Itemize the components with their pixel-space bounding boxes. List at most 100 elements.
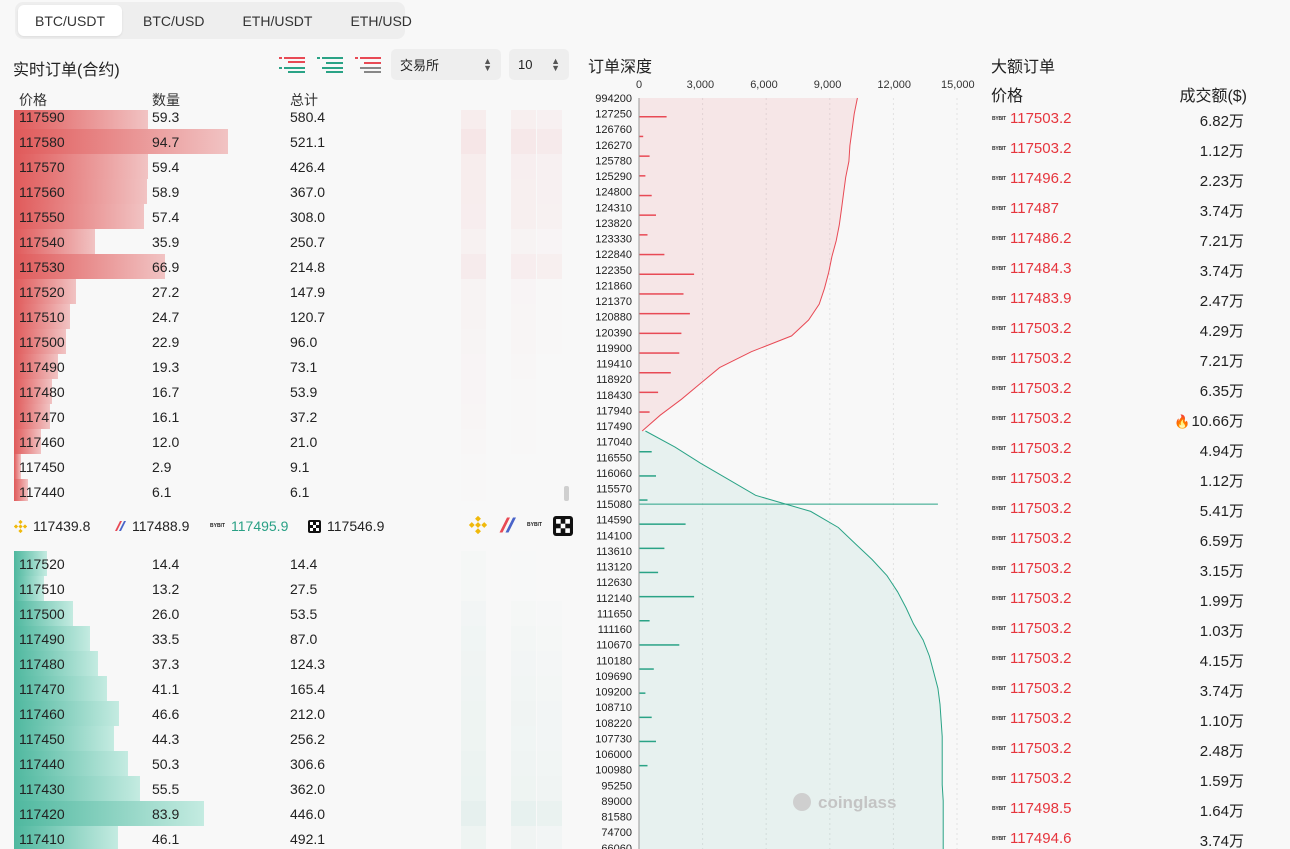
bid-row[interactable]: 117520 14.4 14.4 (14, 551, 569, 576)
ask-row[interactable]: 117580 94.7 521.1 (14, 129, 569, 154)
bid-row[interactable]: 117500 26.0 53.5 (14, 601, 569, 626)
bybit-filter-icon[interactable]: BYBIT (527, 522, 542, 536)
large-order-price: 117494.6 (1010, 830, 1072, 847)
large-order-row[interactable]: BYBIT 117498.5 1.64万 (990, 794, 1247, 824)
heat-cell (511, 626, 536, 651)
bitmex-filter-icon[interactable] (498, 516, 516, 534)
bybit-icon: BYBIT (992, 206, 1007, 212)
ask-row[interactable]: 117450 2.9 9.1 (14, 454, 569, 479)
okx-price: 117546.9 (308, 518, 384, 534)
bid-row[interactable]: 117490 33.5 87.0 (14, 626, 569, 651)
ask-row[interactable]: 117470 16.1 37.2 (14, 404, 569, 429)
ask-row[interactable]: 117530 66.9 214.8 (14, 254, 569, 279)
large-order-value-text: 6.35万 (1199, 383, 1244, 400)
heat-cell (537, 626, 562, 651)
exchange-select[interactable]: 交易所 ▲ ▼ (391, 49, 501, 80)
bid-row[interactable]: 117450 44.3 256.2 (14, 726, 569, 751)
bid-volume-bar (639, 499, 648, 501)
bid-row[interactable]: 117430 55.5 362.0 (14, 776, 569, 801)
large-order-row[interactable]: BYBIT 117503.2 4.29万 (990, 314, 1247, 344)
large-order-row[interactable]: BYBIT 117503.2 3.15万 (990, 554, 1247, 584)
ask-total: 53.9 (290, 384, 318, 400)
ask-row[interactable]: 117440 6.1 6.1 (14, 479, 569, 501)
ask-row[interactable]: 117570 59.4 426.4 (14, 154, 569, 179)
heat-cell (511, 576, 536, 601)
large-order-row[interactable]: BYBIT 117503.2 1.59万 (990, 764, 1247, 794)
tab-btc-usd[interactable]: BTC/USD (126, 5, 221, 36)
y-tick-label: 112630 (596, 577, 632, 589)
depth-chart[interactable]: 0 3,000 6,000 9,000 12,000 15,000 994200 127250… (585, 74, 977, 849)
large-order-row[interactable]: BYBIT 117503.2 1.10万 (990, 704, 1247, 734)
view-asks-icon[interactable] (354, 54, 381, 76)
ask-row[interactable]: 117540 35.9 250.7 (14, 229, 569, 254)
asks-scrollbar[interactable] (564, 486, 569, 501)
bid-row[interactable]: 117440 50.3 306.6 (14, 751, 569, 776)
ask-row[interactable]: 117490 19.3 73.1 (14, 354, 569, 379)
large-order-row[interactable]: BYBIT 117483.9 2.47万 (990, 284, 1247, 314)
large-order-value-text: 7.21万 (1199, 233, 1244, 250)
large-order-row[interactable]: BYBIT 117503.2 5.41万 (990, 494, 1247, 524)
depth-select[interactable]: 10 ▲ ▼ (509, 49, 569, 80)
ask-row[interactable]: 117500 22.9 96.0 (14, 329, 569, 354)
bybit-icon: BYBIT (992, 446, 1007, 452)
large-order-row[interactable]: BYBIT 117486.2 7.21万 (990, 224, 1247, 254)
view-bids-icon[interactable] (316, 54, 343, 76)
binance-filter-icon[interactable] (469, 516, 487, 534)
large-order-row[interactable]: BYBIT 117503.2 7.21万 (990, 344, 1247, 374)
large-order-row[interactable]: BYBIT 117494.6 3.74万 (990, 824, 1247, 849)
col-total-header: 总计 (290, 92, 318, 108)
tab-eth-usdt[interactable]: ETH/USDT (225, 5, 329, 36)
large-order-row[interactable]: BYBIT 117503.2 1.03万 (990, 614, 1247, 644)
large-order-row[interactable]: BYBIT 117503.2 2.48万 (990, 734, 1247, 764)
bid-row[interactable]: 117410 46.1 492.1 (14, 826, 569, 849)
ask-row[interactable]: 117460 12.0 21.0 (14, 429, 569, 454)
large-order-row[interactable]: BYBIT 117503.2 4.94万 (990, 434, 1247, 464)
bid-row[interactable]: 117460 46.6 212.0 (14, 701, 569, 726)
heat-cell (537, 404, 562, 429)
coinglass-logo-icon (793, 793, 811, 811)
ask-volume-bar (639, 312, 690, 315)
large-order-row[interactable]: BYBIT 117503.2 1.99万 (990, 584, 1247, 614)
large-order-row[interactable]: BYBIT 117503.2 🔥10.66万 (990, 404, 1247, 434)
ask-row[interactable]: 117520 27.2 147.9 (14, 279, 569, 304)
bid-row[interactable]: 117470 41.1 165.4 (14, 676, 569, 701)
large-order-row[interactable]: BYBIT 117503.2 6.35万 (990, 374, 1247, 404)
bid-row[interactable]: 117480 37.3 124.3 (14, 651, 569, 676)
large-order-row[interactable]: BYBIT 117503.2 1.12万 (990, 464, 1247, 494)
view-both-icon[interactable] (278, 54, 305, 76)
large-order-row[interactable]: BYBIT 117503.2 6.82万 (990, 104, 1247, 134)
large-order-row[interactable]: BYBIT 117487 3.74万 (990, 194, 1247, 224)
ask-price: 117500 (19, 334, 65, 350)
large-order-row[interactable]: BYBIT 117503.2 3.74万 (990, 674, 1247, 704)
heat-cell (537, 479, 562, 501)
tab-btc-usdt[interactable]: BTC/USDT (18, 5, 122, 36)
heat-cell (511, 279, 536, 304)
ask-volume-bar (639, 332, 682, 335)
okx-filter-icon[interactable] (553, 516, 573, 536)
ask-row[interactable]: 117550 57.4 308.0 (14, 204, 569, 229)
heat-cell (537, 179, 562, 204)
bid-qty: 83.9 (152, 806, 180, 822)
ask-row[interactable]: 117560 58.9 367.0 (14, 179, 569, 204)
heat-cell (537, 826, 562, 849)
bid-qty: 50.3 (152, 756, 180, 772)
y-tick-label: 117940 (596, 405, 632, 417)
large-order-row[interactable]: BYBIT 117484.3 3.74万 (990, 254, 1247, 284)
ask-qty: 16.7 (152, 384, 180, 400)
ask-volume-bar (639, 293, 684, 295)
updown-chevron-icon: ▲ ▼ (551, 55, 560, 73)
large-order-row[interactable]: BYBIT 117503.2 6.59万 (990, 524, 1247, 554)
large-order-price: 117503.2 (1010, 410, 1072, 427)
bybit-icon: BYBIT (992, 626, 1007, 632)
ask-row[interactable]: 117510 24.7 120.7 (14, 304, 569, 329)
tab-eth-usd[interactable]: ETH/USD (333, 5, 428, 36)
bid-row[interactable]: 117420 83.9 446.0 (14, 801, 569, 826)
bid-row[interactable]: 117510 13.2 27.5 (14, 576, 569, 601)
large-order-row[interactable]: BYBIT 117503.2 4.15万 (990, 644, 1247, 674)
large-order-value: 6.82万 (1200, 110, 1244, 131)
large-order-row[interactable]: BYBIT 117503.2 1.12万 (990, 134, 1247, 164)
large-order-row[interactable]: BYBIT 117496.2 2.23万 (990, 164, 1247, 194)
y-tick-label: 74700 (601, 827, 632, 839)
ask-row[interactable]: 117590 59.3 580.4 (14, 110, 569, 129)
ask-row[interactable]: 117480 16.7 53.9 (14, 379, 569, 404)
